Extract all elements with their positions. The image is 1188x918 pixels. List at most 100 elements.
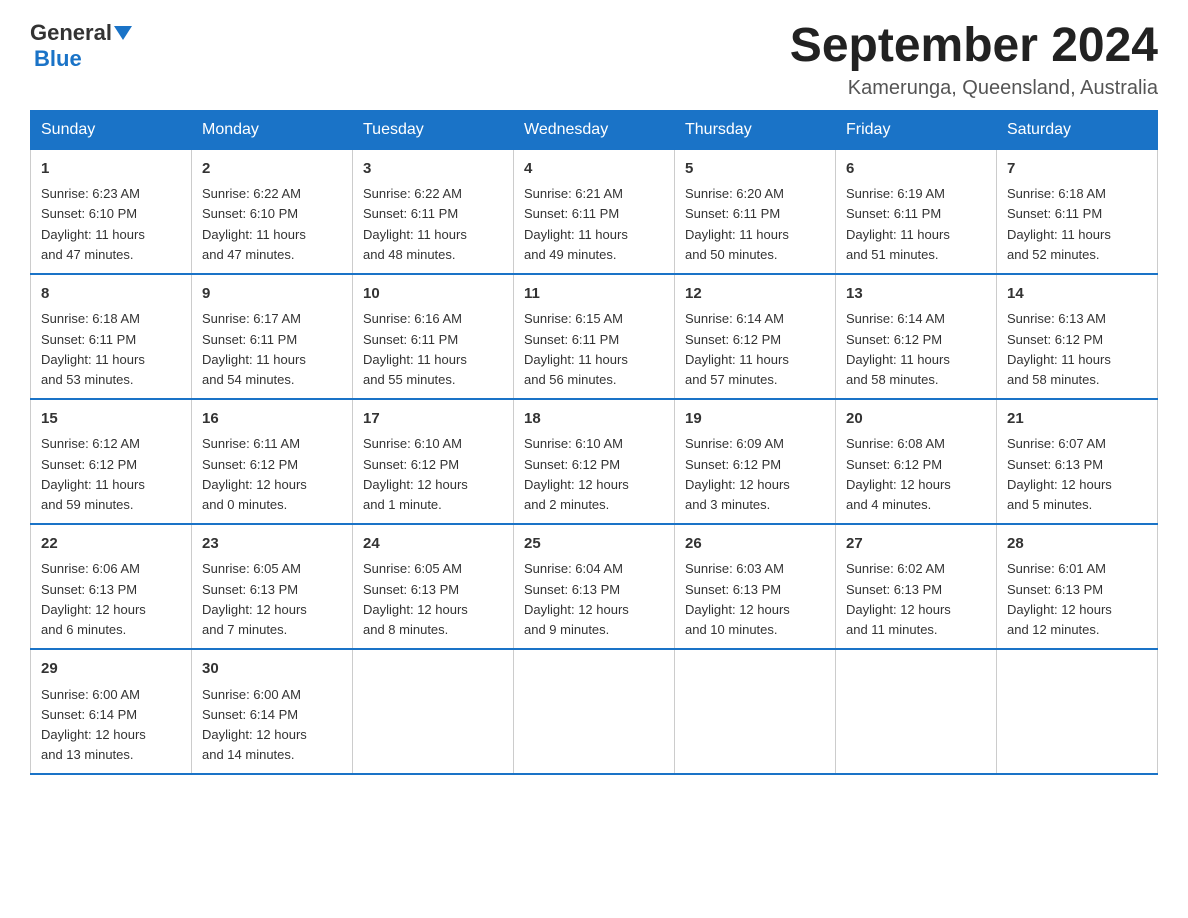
day-number: 17: [363, 408, 503, 431]
day-number: 10: [363, 283, 503, 306]
day-number: 26: [685, 533, 825, 556]
day-info: Sunrise: 6:15 AM Sunset: 6:11 PM Dayligh…: [524, 309, 664, 390]
calendar-cell: 26 Sunrise: 6:03 AM Sunset: 6:13 PM Dayli…: [675, 524, 836, 649]
day-number: 14: [1007, 283, 1147, 306]
day-number: 29: [41, 658, 181, 681]
day-number: 7: [1007, 158, 1147, 181]
logo-blue: Blue: [34, 46, 82, 72]
day-number: 3: [363, 158, 503, 181]
calendar-cell: 1Sunrise: 6:23 AM Sunset: 6:10 PM Daylig…: [31, 149, 192, 274]
day-number: 20: [846, 408, 986, 431]
day-of-week-header: Sunday: [31, 110, 192, 149]
calendar-cell: 5Sunrise: 6:20 AM Sunset: 6:11 PM Daylig…: [675, 149, 836, 274]
day-number: 23: [202, 533, 342, 556]
day-of-week-header: Wednesday: [514, 110, 675, 149]
calendar-subtitle: Kamerunga, Queensland, Australia: [790, 77, 1158, 100]
calendar-title: September 2024: [790, 20, 1158, 73]
calendar-cell: 11 Sunrise: 6:15 AM Sunset: 6:11 PM Dayli…: [514, 274, 675, 399]
calendar-cell: 28 Sunrise: 6:01 AM Sunset: 6:13 PM Dayli…: [997, 524, 1158, 649]
calendar-cell: 25 Sunrise: 6:04 AM Sunset: 6:13 PM Dayli…: [514, 524, 675, 649]
day-info: Sunrise: 6:22 AM Sunset: 6:11 PM Dayligh…: [363, 184, 503, 265]
calendar-cell: 3 Sunrise: 6:22 AM Sunset: 6:11 PM Daylig…: [353, 149, 514, 274]
day-info: Sunrise: 6:17 AM Sunset: 6:11 PM Dayligh…: [202, 309, 342, 390]
calendar-cell: 18 Sunrise: 6:10 AM Sunset: 6:12 PM Dayli…: [514, 399, 675, 524]
calendar-cell: 14 Sunrise: 6:13 AM Sunset: 6:12 PM Dayli…: [997, 274, 1158, 399]
day-info: Sunrise: 6:00 AM Sunset: 6:14 PM Dayligh…: [41, 685, 181, 766]
day-info: Sunrise: 6:21 AM Sunset: 6:11 PM Dayligh…: [524, 184, 664, 265]
calendar-cell: 16 Sunrise: 6:11 AM Sunset: 6:12 PM Dayli…: [192, 399, 353, 524]
day-number: 9: [202, 283, 342, 306]
day-number: 21: [1007, 408, 1147, 431]
day-info: Sunrise: 6:10 AM Sunset: 6:12 PM Dayligh…: [363, 434, 503, 515]
title-block: September 2024 Kamerunga, Queensland, Au…: [790, 20, 1158, 100]
day-number: 2: [202, 158, 342, 181]
calendar-cell: 27Sunrise: 6:02 AM Sunset: 6:13 PM Dayli…: [836, 524, 997, 649]
calendar-week-row: 22 Sunrise: 6:06 AM Sunset: 6:13 PM Dayli…: [31, 524, 1158, 649]
day-info: Sunrise: 6:00 AM Sunset: 6:14 PM Dayligh…: [202, 685, 342, 766]
day-number: 8: [41, 283, 181, 306]
calendar-cell: 9 Sunrise: 6:17 AM Sunset: 6:11 PM Daylig…: [192, 274, 353, 399]
day-number: 12: [685, 283, 825, 306]
calendar-week-row: 8 Sunrise: 6:18 AM Sunset: 6:11 PM Daylig…: [31, 274, 1158, 399]
calendar-cell: 15 Sunrise: 6:12 AM Sunset: 6:12 PM Dayli…: [31, 399, 192, 524]
day-number: 16: [202, 408, 342, 431]
day-number: 13: [846, 283, 986, 306]
day-info: Sunrise: 6:18 AM Sunset: 6:11 PM Dayligh…: [1007, 184, 1147, 265]
day-number: 19: [685, 408, 825, 431]
calendar-cell: 23 Sunrise: 6:05 AM Sunset: 6:13 PM Dayli…: [192, 524, 353, 649]
calendar-cell: 8 Sunrise: 6:18 AM Sunset: 6:11 PM Daylig…: [31, 274, 192, 399]
calendar-table: SundayMondayTuesdayWednesdayThursdayFrid…: [30, 110, 1158, 775]
calendar-cell: 21 Sunrise: 6:07 AM Sunset: 6:13 PM Dayli…: [997, 399, 1158, 524]
day-number: 6: [846, 158, 986, 181]
day-info: Sunrise: 6:03 AM Sunset: 6:13 PM Dayligh…: [685, 559, 825, 640]
logo-triangle-top: [114, 26, 132, 40]
day-number: 25: [524, 533, 664, 556]
day-info: Sunrise: 6:19 AM Sunset: 6:11 PM Dayligh…: [846, 184, 986, 265]
day-number: 11: [524, 283, 664, 306]
day-info: Sunrise: 6:20 AM Sunset: 6:11 PM Dayligh…: [685, 184, 825, 265]
calendar-cell: [353, 649, 514, 774]
day-number: 28: [1007, 533, 1147, 556]
logo-general: General: [30, 20, 112, 46]
calendar-week-row: 15 Sunrise: 6:12 AM Sunset: 6:12 PM Dayli…: [31, 399, 1158, 524]
day-info: Sunrise: 6:11 AM Sunset: 6:12 PM Dayligh…: [202, 434, 342, 515]
day-number: 27: [846, 533, 986, 556]
day-info: Sunrise: 6:10 AM Sunset: 6:12 PM Dayligh…: [524, 434, 664, 515]
day-info: Sunrise: 6:22 AM Sunset: 6:10 PM Dayligh…: [202, 184, 342, 265]
day-info: Sunrise: 6:06 AM Sunset: 6:13 PM Dayligh…: [41, 559, 181, 640]
day-info: Sunrise: 6:16 AM Sunset: 6:11 PM Dayligh…: [363, 309, 503, 390]
day-number: 15: [41, 408, 181, 431]
day-info: Sunrise: 6:01 AM Sunset: 6:13 PM Dayligh…: [1007, 559, 1147, 640]
day-info: Sunrise: 6:18 AM Sunset: 6:11 PM Dayligh…: [41, 309, 181, 390]
calendar-week-row: 1Sunrise: 6:23 AM Sunset: 6:10 PM Daylig…: [31, 149, 1158, 274]
day-of-week-header: Monday: [192, 110, 353, 149]
day-info: Sunrise: 6:05 AM Sunset: 6:13 PM Dayligh…: [202, 559, 342, 640]
calendar-cell: 12 Sunrise: 6:14 AM Sunset: 6:12 PM Dayli…: [675, 274, 836, 399]
calendar-cell: 30 Sunrise: 6:00 AM Sunset: 6:14 PM Dayli…: [192, 649, 353, 774]
day-of-week-header: Thursday: [675, 110, 836, 149]
day-info: Sunrise: 6:07 AM Sunset: 6:13 PM Dayligh…: [1007, 434, 1147, 515]
calendar-cell: [514, 649, 675, 774]
day-info: Sunrise: 6:13 AM Sunset: 6:12 PM Dayligh…: [1007, 309, 1147, 390]
day-info: Sunrise: 6:09 AM Sunset: 6:12 PM Dayligh…: [685, 434, 825, 515]
page-header: General Blue September 2024 Kamerunga, Q…: [30, 20, 1158, 100]
calendar-cell: [836, 649, 997, 774]
calendar-cell: 20Sunrise: 6:08 AM Sunset: 6:12 PM Dayli…: [836, 399, 997, 524]
logo: General Blue: [30, 20, 132, 72]
calendar-cell: 19 Sunrise: 6:09 AM Sunset: 6:12 PM Dayli…: [675, 399, 836, 524]
calendar-week-row: 29 Sunrise: 6:00 AM Sunset: 6:14 PM Dayli…: [31, 649, 1158, 774]
calendar-cell: 4 Sunrise: 6:21 AM Sunset: 6:11 PM Daylig…: [514, 149, 675, 274]
day-number: 18: [524, 408, 664, 431]
day-number: 22: [41, 533, 181, 556]
day-number: 1: [41, 158, 181, 181]
day-info: Sunrise: 6:14 AM Sunset: 6:12 PM Dayligh…: [846, 309, 986, 390]
day-info: Sunrise: 6:05 AM Sunset: 6:13 PM Dayligh…: [363, 559, 503, 640]
day-info: Sunrise: 6:14 AM Sunset: 6:12 PM Dayligh…: [685, 309, 825, 390]
day-info: Sunrise: 6:12 AM Sunset: 6:12 PM Dayligh…: [41, 434, 181, 515]
calendar-cell: 17 Sunrise: 6:10 AM Sunset: 6:12 PM Dayli…: [353, 399, 514, 524]
day-number: 4: [524, 158, 664, 181]
calendar-cell: [675, 649, 836, 774]
day-info: Sunrise: 6:04 AM Sunset: 6:13 PM Dayligh…: [524, 559, 664, 640]
day-number: 30: [202, 658, 342, 681]
calendar-cell: 10 Sunrise: 6:16 AM Sunset: 6:11 PM Dayli…: [353, 274, 514, 399]
